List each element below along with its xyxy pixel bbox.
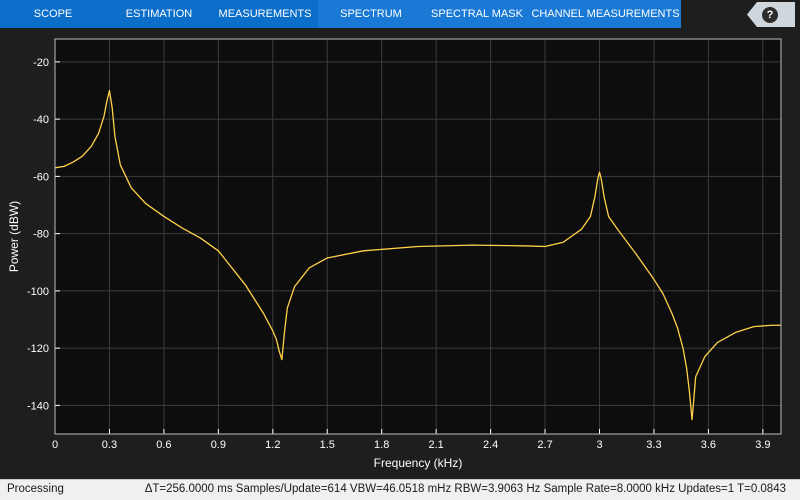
tab-scope[interactable]: SCOPE	[0, 0, 106, 28]
y-tick-label: -120	[27, 343, 49, 355]
status-measurements: ΔT=256.0000 ms Samples/Update=614 VBW=46…	[144, 483, 786, 495]
y-tick-label: -60	[33, 171, 49, 183]
spectrum-chart[interactable]: 0 0.3 0.6 0.9 1.2 1.5 1.8 2.1 2.4 2.7 3 3.3 3.6 3.9 -…	[0, 28, 800, 474]
tab-spectrum[interactable]: SPECTRUM	[318, 0, 424, 28]
y-tick-label: -140	[27, 400, 49, 412]
spectrum-analyzer-window: SCOPE ESTIMATION MEASUREMENTS SPECTRUM S…	[0, 0, 800, 500]
y-tick-labels: -20 -40 -60 -80 -100 -120 -140	[27, 57, 49, 412]
status-processing: Processing	[7, 483, 64, 495]
x-tick-label: 2.4	[483, 439, 498, 451]
help-icon[interactable]: ?	[762, 7, 778, 23]
x-tick-labels: 0 0.3 0.6 0.9 1.2 1.5 1.8 2.1 2.4 2.7 3 3.3 3.6 3.9	[52, 439, 771, 451]
status-bar: Processing ΔT=256.0000 ms Samples/Update…	[0, 479, 800, 500]
x-tick-label: 3.6	[701, 439, 716, 451]
tab-spectral-mask[interactable]: SPECTRAL MASK	[424, 0, 530, 28]
x-tick-label: 0.3	[102, 439, 117, 451]
y-tick-label: -40	[33, 114, 49, 126]
x-tick-label: 1.2	[265, 439, 280, 451]
x-tick-label: 2.7	[537, 439, 552, 451]
y-axis-label: Power (dBW)	[7, 201, 21, 272]
x-tick-label: 0.9	[211, 439, 226, 451]
x-tick-label: 1.8	[374, 439, 389, 451]
x-tick-label: 0	[52, 439, 58, 451]
y-tick-label: -80	[33, 229, 49, 241]
spectrum-plot[interactable]: 0 0.3 0.6 0.9 1.2 1.5 1.8 2.1 2.4 2.7 3 3.3 3.6 3.9 -…	[0, 28, 800, 474]
tab-estimation[interactable]: ESTIMATION	[106, 0, 212, 28]
tab-channel-measurements[interactable]: CHANNEL MEASUREMENTS	[530, 0, 681, 28]
x-tick-label: 3.9	[755, 439, 770, 451]
x-axis-label: Frequency (kHz)	[374, 456, 463, 470]
x-tick-label: 0.6	[156, 439, 171, 451]
tab-measurements[interactable]: MEASUREMENTS	[212, 0, 318, 28]
x-tick-label: 1.5	[320, 439, 335, 451]
y-tick-label: -20	[33, 57, 49, 69]
x-tick-label: 3	[596, 439, 602, 451]
toolstrip: SCOPE ESTIMATION MEASUREMENTS SPECTRUM S…	[0, 0, 800, 28]
x-tick-label: 2.1	[429, 439, 444, 451]
y-tick-label: -100	[27, 286, 49, 298]
x-tick-label: 3.3	[646, 439, 661, 451]
